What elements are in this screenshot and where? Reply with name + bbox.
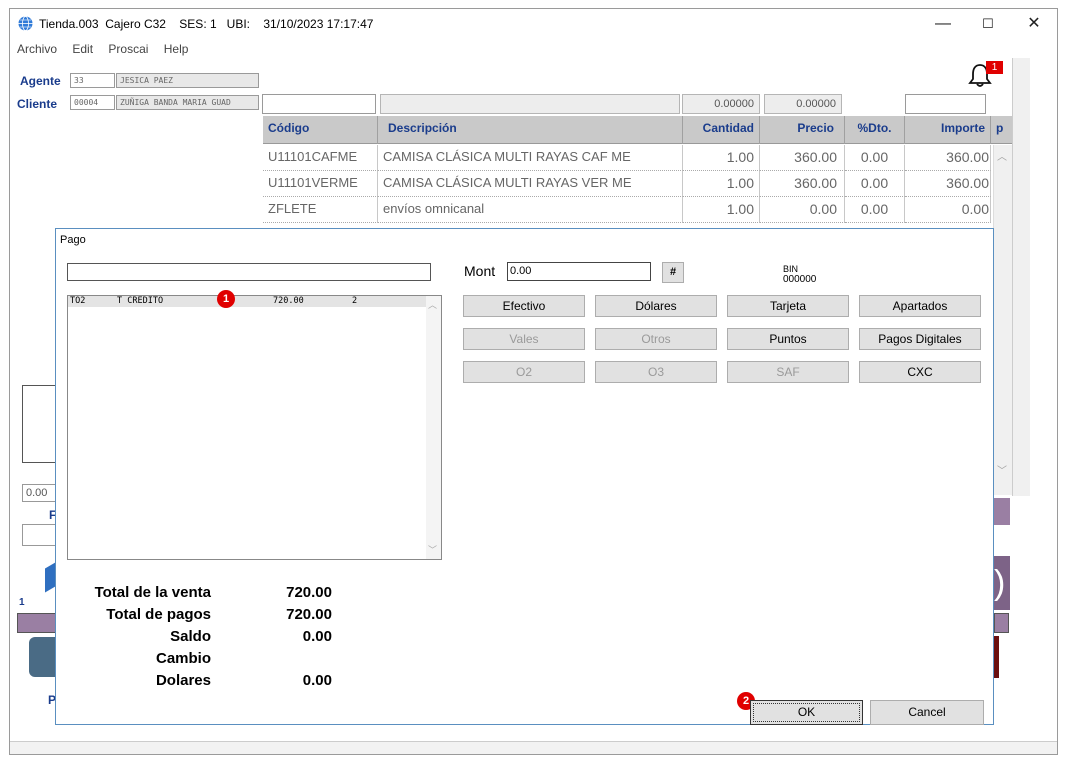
table-cell[interactable]: 360.00 xyxy=(760,145,845,171)
table-cell[interactable]: 360.00 xyxy=(760,171,845,197)
ok-button[interactable]: OK xyxy=(750,700,863,725)
app-globe-icon xyxy=(18,16,33,31)
menu-help[interactable]: Help xyxy=(164,42,189,56)
extra-input[interactable] xyxy=(905,94,986,114)
pagos-digitales-button[interactable]: Pagos Digitales xyxy=(859,328,981,350)
table-cell[interactable]: 0.00 xyxy=(845,171,905,197)
table-cell[interactable]: CAMISA CLÁSICA MULTI RAYAS VER ME xyxy=(378,171,683,197)
payment-code[interactable]: TO2 xyxy=(70,296,85,306)
total-venta-value: 720.00 xyxy=(286,584,332,601)
efectivo-button[interactable]: Efectivo xyxy=(463,295,585,317)
table-cell[interactable]: 1.00 xyxy=(683,145,760,171)
list-scrollbar[interactable] xyxy=(426,296,441,559)
apartados-button[interactable]: Apartados xyxy=(859,295,981,317)
vales-button[interactable]: Vales xyxy=(463,328,585,350)
dialog-title: Pago xyxy=(60,234,86,246)
table-cell[interactable]: CAMISA CLÁSICA MULTI RAYAS CAF ME xyxy=(378,145,683,171)
left-value-field[interactable]: 0.00 xyxy=(22,484,56,502)
dolares-label: Dolares xyxy=(155,672,211,689)
o3-button[interactable]: O3 xyxy=(595,361,717,383)
col-descuento[interactable]: %Dto. xyxy=(845,116,905,144)
cambio-label: Cambio xyxy=(155,650,211,667)
scroll-up-icon[interactable]: ︿ xyxy=(997,148,1007,163)
table-cell[interactable]: 0.00 xyxy=(760,197,845,223)
saf-button[interactable]: SAF xyxy=(727,361,849,383)
table-cell[interactable]: 360.00 xyxy=(905,145,991,171)
cxc-button[interactable]: CXC xyxy=(859,361,981,383)
table-cell[interactable]: 0.00 xyxy=(905,197,991,223)
table-cell[interactable]: envíos omnicanal xyxy=(378,197,683,223)
description-display xyxy=(380,94,680,114)
col-codigo[interactable]: Código xyxy=(263,116,378,144)
table-cell[interactable]: 1.00 xyxy=(683,171,760,197)
quantity-total-display: 0.00000 xyxy=(682,94,760,114)
bin-label: BIN xyxy=(783,264,799,274)
table-cell[interactable]: 0.00 xyxy=(845,145,905,171)
table-cell[interactable]: 360.00 xyxy=(905,171,991,197)
scroll-down-icon[interactable]: ﹀ xyxy=(997,462,1007,477)
col-precio[interactable]: Precio xyxy=(760,116,845,144)
close-button[interactable]: ✕ xyxy=(1019,14,1049,34)
mont-label: Mont xyxy=(464,263,496,279)
o2-button[interactable]: O2 xyxy=(463,361,585,383)
agent-label: Agente xyxy=(20,74,61,88)
total-venta-label: Total de la venta xyxy=(94,584,211,601)
right-purple-bar xyxy=(994,498,1010,525)
table-cell[interactable]: 1.00 xyxy=(683,197,760,223)
col-p[interactable]: p xyxy=(991,116,1013,144)
left-input[interactable] xyxy=(22,524,56,546)
table-cell[interactable]: ZFLETE xyxy=(263,197,378,223)
left-panel-box xyxy=(22,385,56,463)
puntos-button[interactable]: Puntos xyxy=(727,328,849,350)
saldo-value: 0.00 xyxy=(302,628,332,645)
window-title: Tienda.003 Cajero C32 SES: 1 UBI: 31/10/… xyxy=(39,17,374,31)
product-search-input[interactable] xyxy=(262,94,376,114)
maximize-button[interactable]: ☐ xyxy=(973,14,1003,34)
list-scroll-up-icon[interactable]: ︿ xyxy=(428,298,437,311)
payment-count[interactable]: 2 xyxy=(352,296,357,306)
col-descripcion[interactable]: Descripción xyxy=(378,116,683,144)
col-cantidad[interactable]: Cantidad xyxy=(683,116,760,144)
menu-archivo[interactable]: Archivo xyxy=(17,42,57,56)
col-importe[interactable]: Importe xyxy=(905,116,991,144)
client-name-field: ZUÑIGA BANDA MARIA GUAD xyxy=(116,95,259,110)
table-cell[interactable]: U11101CAFME xyxy=(263,145,378,171)
right-dark-red-button[interactable] xyxy=(994,636,999,678)
menu-proscai[interactable]: Proscai xyxy=(108,42,148,56)
notification-badge: 1 xyxy=(986,61,1003,74)
menu-edit[interactable]: Edit xyxy=(72,42,93,56)
outer-scrollbar[interactable] xyxy=(1012,58,1030,496)
table-cell[interactable]: U11101VERME xyxy=(263,171,378,197)
client-code-field[interactable]: 00004 xyxy=(70,95,115,110)
bin-value: 000000 xyxy=(783,274,817,285)
right-digit: ) xyxy=(994,556,1010,610)
table-cell[interactable]: 0.00 xyxy=(845,197,905,223)
hash-button[interactable]: # xyxy=(662,262,684,283)
agent-name-field: JESICA PAEZ xyxy=(116,73,259,88)
amount-total-display: 0.00000 xyxy=(764,94,842,114)
total-pagos-value: 720.00 xyxy=(286,606,332,623)
grid-scrollbar[interactable] xyxy=(993,145,1012,495)
dolares-button[interactable]: Dólares xyxy=(595,295,717,317)
right-purple-bar-2 xyxy=(994,613,1009,633)
dolares-value: 0.00 xyxy=(302,672,332,689)
saldo-label: Saldo xyxy=(170,628,211,645)
payment-reference-input[interactable] xyxy=(67,263,431,281)
list-scroll-down-icon[interactable]: ﹀ xyxy=(428,543,437,556)
tarjeta-button[interactable]: Tarjeta xyxy=(727,295,849,317)
client-label: Cliente xyxy=(17,97,58,111)
menu-bar: Archivo Edit Proscai Help xyxy=(17,42,200,56)
minimize-button[interactable]: — xyxy=(928,14,958,34)
cancel-button[interactable]: Cancel xyxy=(870,700,984,725)
otros-button[interactable]: Otros xyxy=(595,328,717,350)
payment-amount[interactable]: 720.00 xyxy=(273,296,304,306)
mont-input[interactable]: 0.00 xyxy=(507,262,651,281)
annotation-marker-1: 1 xyxy=(217,290,235,308)
total-pagos-label: Total de pagos xyxy=(106,606,211,623)
agent-code-field[interactable]: 33 xyxy=(70,73,115,88)
status-bar xyxy=(10,741,1057,754)
payments-list[interactable] xyxy=(67,295,442,560)
payment-type[interactable]: T CREDITO xyxy=(117,296,163,306)
